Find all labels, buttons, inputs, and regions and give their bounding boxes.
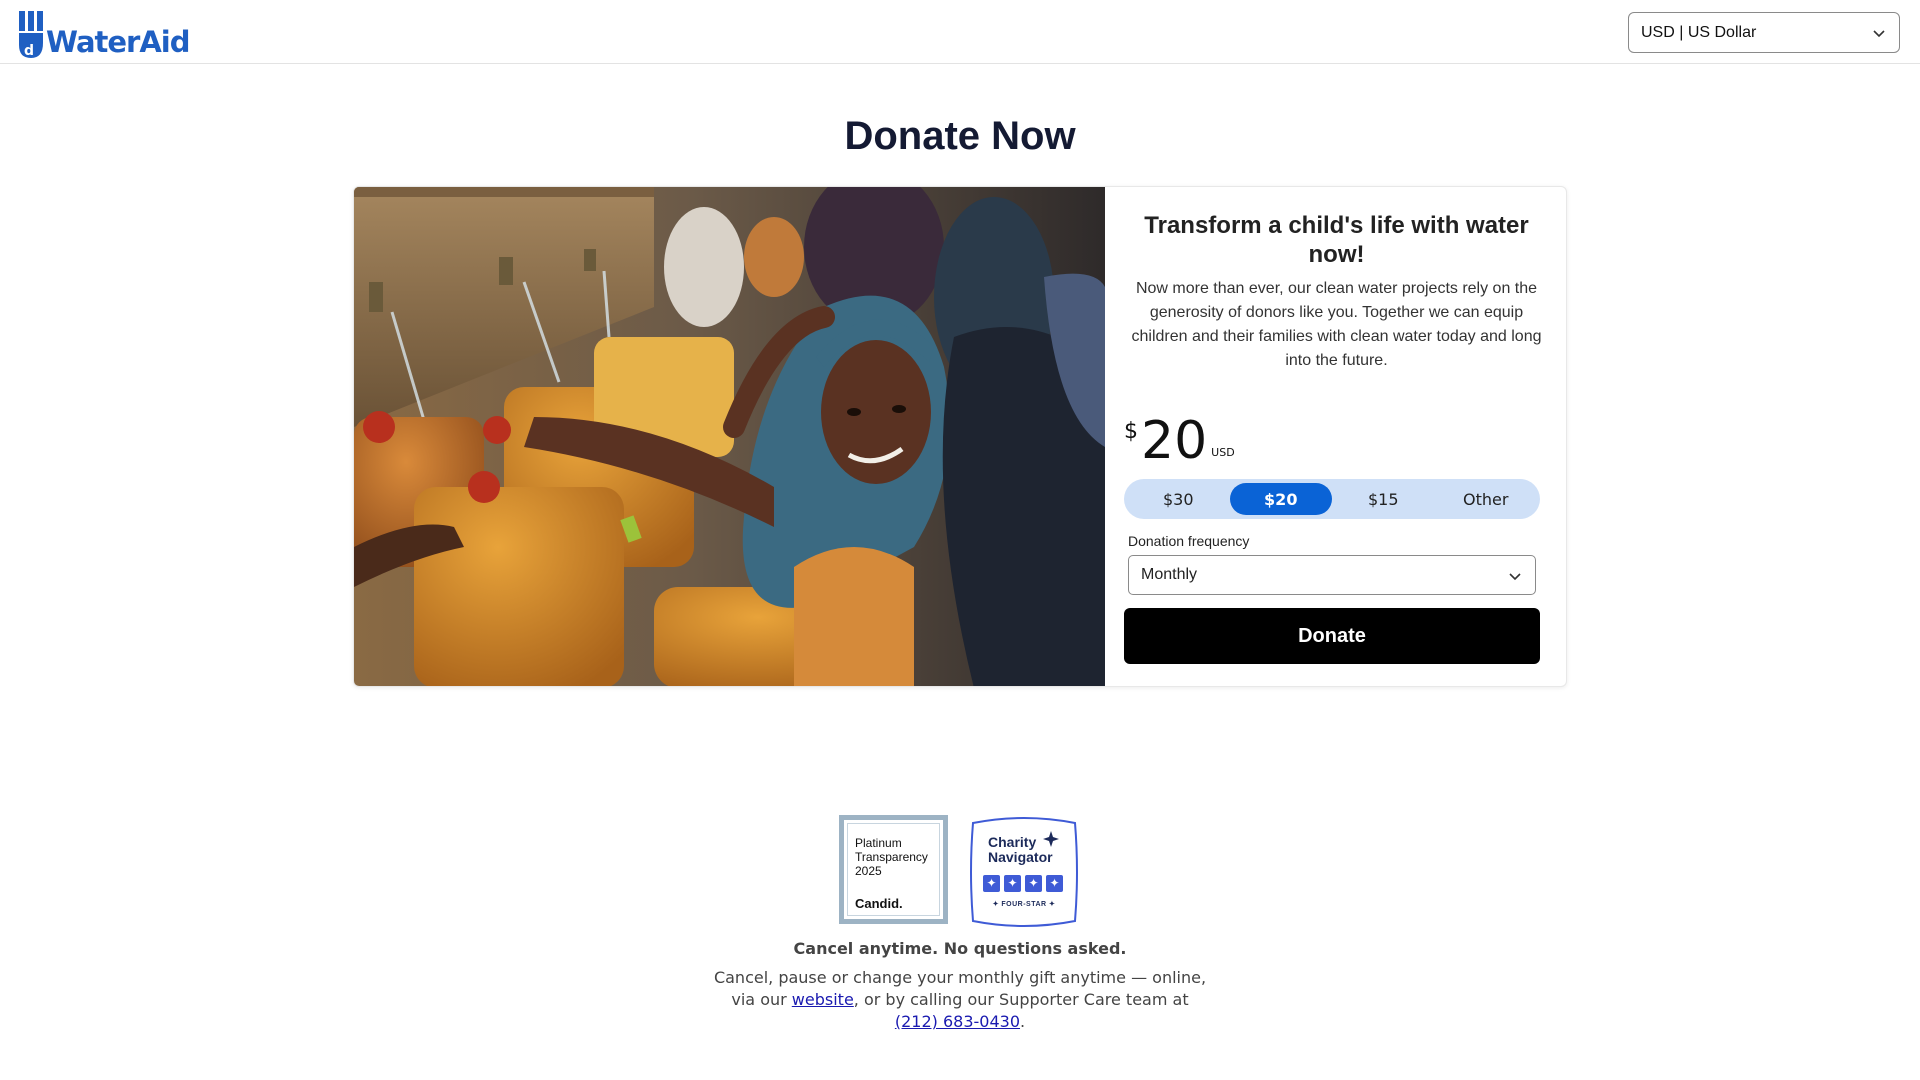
panel-description: Now more than ever, our clean water proj… <box>1131 280 1542 369</box>
photo-children-water-taps-icon <box>354 187 1105 686</box>
cancel-text: Cancel, pause or change your monthly gif… <box>710 967 1210 1033</box>
donation-panel: Transform a child's life with water now!… <box>1105 187 1566 686</box>
website-link[interactable]: website <box>792 990 854 1009</box>
page-title: Donate Now <box>844 114 1076 158</box>
amount-value: 20 <box>1141 411 1208 471</box>
star-icon: ✦ <box>1025 875 1042 892</box>
frequency-select-value: Monthly <box>1141 566 1198 583</box>
chevron-down-icon <box>1873 30 1885 38</box>
cancel-text-3: . <box>1020 1012 1026 1031</box>
amount-options: $30 $20 $15 Other <box>1124 479 1540 519</box>
currency-select-value: USD | US Dollar <box>1641 23 1757 41</box>
hero-photo <box>354 187 1105 686</box>
cn-stars: ✦ ✦ ✦ ✦ <box>983 875 1063 892</box>
cn-line-2: Navigator <box>988 849 1053 865</box>
charity-navigator-frame-icon <box>970 817 1078 927</box>
amount-option-20[interactable]: $20 <box>1229 483 1332 515</box>
amount-currency-code: USD <box>1211 446 1235 459</box>
cancel-heading: Cancel anytime. No questions asked. <box>793 939 1127 958</box>
chevron-down-icon <box>1509 573 1521 581</box>
cn-rating-text: FOUR-STAR <box>1001 901 1047 908</box>
cn-rating-label: ✦ FOUR-STAR ✦ <box>992 901 1056 908</box>
star-icon: ✦ <box>1004 875 1021 892</box>
svg-text:d: d <box>24 43 34 59</box>
candid-line-2: Transparency <box>855 850 928 864</box>
amount-display: $ 20 USD <box>1124 413 1235 469</box>
charity-navigator-badge[interactable]: Charity Navigator ✦ ✦ ✦ ✦ ✦ FOUR-STAR ✦ <box>967 815 1081 929</box>
frequency-label: Donation frequency <box>1128 533 1250 549</box>
candid-line-3: 2025 <box>855 864 882 878</box>
candid-line-1: Platinum <box>855 836 902 850</box>
amount-currency-symbol: $ <box>1124 419 1138 444</box>
cn-line-1: Charity <box>988 834 1037 850</box>
candid-brand: Candid. <box>855 896 903 911</box>
phone-link[interactable]: (212) 683-0430 <box>895 1012 1020 1031</box>
donate-button[interactable]: Donate <box>1124 608 1540 664</box>
panel-title: Transform a child's life with water now! <box>1144 212 1529 268</box>
wateraid-logo-icon: d <box>19 11 43 59</box>
logo-text: WaterAid <box>46 25 190 59</box>
star-icon: ✦ <box>983 875 1000 892</box>
site-header: d WaterAid USD | US Dollar <box>0 0 1920 64</box>
wateraid-logo[interactable]: d WaterAid <box>19 9 190 59</box>
candid-badge-text: Platinum Transparency 2025 <box>855 836 928 878</box>
candid-badge[interactable]: Platinum Transparency 2025 Candid. <box>839 815 948 924</box>
currency-select[interactable]: USD | US Dollar <box>1628 12 1900 53</box>
amount-option-other[interactable]: Other <box>1435 483 1538 515</box>
frequency-select[interactable]: Monthly <box>1128 555 1536 595</box>
charity-navigator-text: Charity Navigator <box>988 835 1053 865</box>
donation-card: Transform a child's life with water now!… <box>353 186 1567 687</box>
cancel-text-2: , or by calling our Supporter Care team … <box>853 990 1189 1009</box>
amount-option-15[interactable]: $15 <box>1332 483 1435 515</box>
amount-option-30[interactable]: $30 <box>1127 483 1230 515</box>
star-icon: ✦ <box>1046 875 1063 892</box>
